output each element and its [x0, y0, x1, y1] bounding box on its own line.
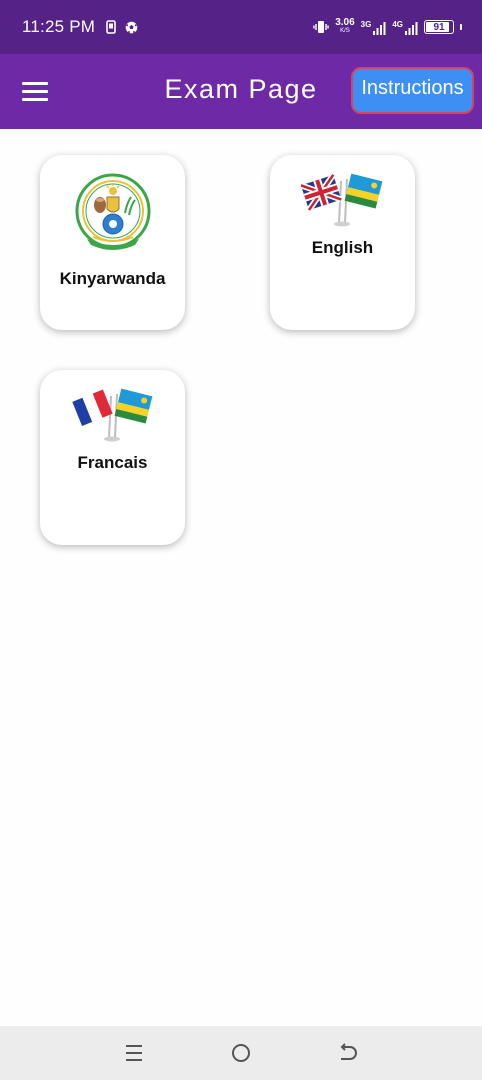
signal-3g: 3G [361, 20, 387, 35]
signal-4g-label: 4G [392, 19, 403, 29]
battery-tip [460, 24, 462, 30]
soccer-ball-icon [125, 21, 138, 33]
vibrate-icon [313, 21, 329, 33]
status-notification-icons [106, 20, 138, 34]
recent-apps-icon[interactable] [114, 1033, 154, 1073]
home-icon[interactable] [221, 1033, 261, 1073]
rwanda-coat-of-arms-icon [40, 169, 185, 255]
language-label-english: English [311, 238, 374, 257]
battery-icon: 91 [424, 20, 454, 34]
phone-notification-icon [106, 20, 116, 34]
system-nav-bar [0, 1026, 482, 1080]
back-icon[interactable] [328, 1033, 368, 1073]
uk-rwanda-flags-icon [270, 169, 415, 229]
status-time: 11:25 PM [22, 17, 96, 36]
language-card-english[interactable]: English [270, 155, 415, 330]
signal-3g-label: 3G [360, 19, 372, 29]
signal-bars-icon [373, 21, 386, 35]
status-right-icons: 3.06 K/S 3G 4G 91 [313, 18, 462, 36]
language-card-kinyarwanda[interactable]: Kinyarwanda [40, 155, 185, 330]
language-label-kinyarwanda: Kinyarwanda [59, 269, 166, 288]
language-card-francais[interactable]: Francais [40, 370, 185, 545]
network-speed: 3.06 K/S [335, 18, 354, 36]
network-speed-unit: K/S [340, 28, 350, 34]
language-label-francais: Francais [77, 453, 148, 472]
battery-level: 91 [433, 21, 445, 33]
france-rwanda-flags-icon [40, 384, 185, 444]
signal-4g: 4G [392, 20, 418, 35]
instructions-button[interactable]: Instructions [351, 67, 474, 114]
exam-page-screen: 11:25 PM 3.06 K/S 3G 4G 91 Exam Page Ins… [0, 0, 482, 1080]
status-bar: 11:25 PM 3.06 K/S 3G 4G 91 [0, 0, 482, 54]
signal-bars-icon [405, 21, 418, 35]
network-speed-value: 3.06 [335, 17, 355, 28]
app-bar: Exam Page Instructions [0, 54, 482, 129]
